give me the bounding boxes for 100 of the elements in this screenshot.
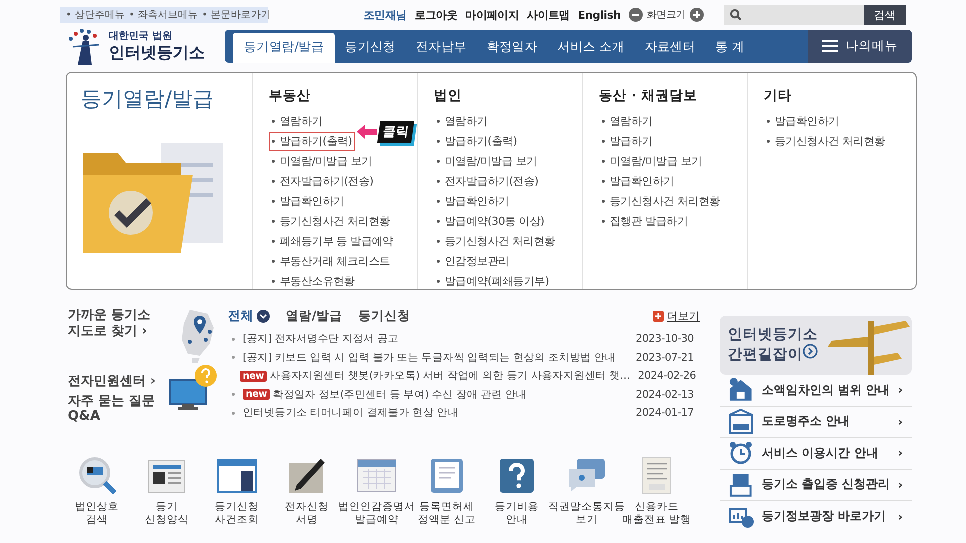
quick-link-label[interactable]: 전자신청 서명 xyxy=(285,501,329,526)
side-link[interactable]: 등기소 출입증 신청관리 xyxy=(762,476,890,494)
quick-link-label[interactable]: 등기 신청양식 xyxy=(145,501,189,526)
arrow-icon xyxy=(357,125,377,139)
menu-item[interactable]: 발급하기(출력) xyxy=(269,132,356,151)
help-monitor-icon xyxy=(168,364,218,412)
building-sign-icon[interactable] xyxy=(728,408,754,435)
utility-link[interactable]: 마이페이지 xyxy=(466,8,520,22)
quick-link-label[interactable]: 등록면허세 정액분 신고 xyxy=(418,501,476,526)
notice-title[interactable]: 사용자지원센터 챗봇(카카오톡) 서버 작업에 의한 등기 사용자지원센터 챗… xyxy=(270,369,630,384)
notice-title[interactable]: [공지] 키보드 입력 시 입력 불가 또는 두글자씩 입력되는 현상의 조치방법 안내 xyxy=(243,350,616,365)
new-badge: new xyxy=(243,389,270,400)
menu-item[interactable]: 부동산소유현황 xyxy=(269,272,358,291)
font-size-label: 화면크기 xyxy=(647,9,686,22)
menu-item[interactable]: 등기신청사건 처리현황 xyxy=(269,212,394,231)
map-link[interactable]: 가까운 등기소 지도로 찾기 › xyxy=(68,308,151,364)
guide-banner[interactable]: 인터넷등기소 간편길잡이 xyxy=(720,316,912,375)
menu-heading: 부동산 xyxy=(269,87,312,105)
faq-link[interactable]: 자주 묻는 질문 Q&A xyxy=(68,394,156,425)
menu-item[interactable]: 전자발급하기(전송) xyxy=(434,172,542,191)
notice-date: 2024-02-26 xyxy=(637,370,698,382)
menu-item[interactable]: 미열람/미발급 보기 xyxy=(269,152,376,171)
notice-tab[interactable]: 전체 xyxy=(228,308,270,325)
menu-heading: 동산 · 채권담보 xyxy=(599,87,699,105)
menu-item[interactable]: 등기신청사건 처리현황 xyxy=(764,132,888,151)
zoom-in-icon[interactable] xyxy=(690,8,704,22)
click-label: 클릭 xyxy=(377,121,415,143)
user-name[interactable]: 조민재님 xyxy=(364,8,407,22)
menu-item[interactable]: 발급확인하기 xyxy=(599,172,678,191)
menu-item[interactable]: 집행관 발급하기 xyxy=(599,212,692,231)
banner-title: 인터넷등기소 xyxy=(728,326,818,344)
side-link[interactable]: 서비스 이용시간 안내 xyxy=(762,444,890,462)
nav-tab[interactable]: 확정일자 xyxy=(476,32,548,62)
menu-item[interactable]: 전자발급하기(전송) xyxy=(269,172,377,191)
menu-item[interactable]: 폐쇄등기부 등 발급예약 xyxy=(269,232,396,251)
utility-link[interactable]: 로그아웃 xyxy=(414,8,458,22)
logo-title[interactable]: 인터넷등기소 xyxy=(109,42,205,64)
menu-item[interactable]: 발급확인하기 xyxy=(269,192,348,211)
search-button[interactable]: 검색 xyxy=(864,5,906,25)
house-icon[interactable] xyxy=(728,377,754,404)
menu-item[interactable]: 발급예약(30통 이상) xyxy=(434,212,548,231)
menu-title: 등기열람/발급 xyxy=(81,86,216,113)
menu-item[interactable]: 발급예약(폐쇄등기부) xyxy=(434,272,552,291)
logo-subtitle: 대한민국 법원 xyxy=(109,30,174,42)
search-field[interactable] xyxy=(724,5,864,25)
zoom-out-icon[interactable] xyxy=(629,8,643,22)
nav-tab[interactable]: 통 계 xyxy=(706,32,755,62)
quick-link-label[interactable]: 법인상호 검색 xyxy=(75,501,119,526)
menu-item[interactable]: 열람하기 xyxy=(434,112,491,131)
skip-link[interactable]: • 상단주메뉴 xyxy=(66,8,126,22)
notice-date: 2024-02-13 xyxy=(634,388,695,401)
menu-item[interactable]: 발급확인하기 xyxy=(434,192,512,211)
notice-title[interactable]: 인터넷등기소 티머니페이 결제불가 현상 안내 xyxy=(243,406,458,420)
utility-link[interactable]: 사이트맵 xyxy=(527,8,570,22)
search-icon xyxy=(730,9,742,21)
menu-item[interactable]: 미열람/미발급 보기 xyxy=(599,152,706,171)
notice-tab[interactable]: 등기신청 xyxy=(358,308,411,325)
chevron-down-icon xyxy=(257,310,270,323)
my-menu-button[interactable]: 나의메뉴 xyxy=(808,30,912,62)
side-link[interactable]: 등기정보광장 바로가기 xyxy=(762,508,890,526)
skip-link[interactable]: • 좌측서브메뉴 xyxy=(129,8,198,22)
menu-item[interactable]: 열람하기 xyxy=(269,112,326,131)
nav-tab[interactable]: 등기신청 xyxy=(335,32,406,62)
alarm-clock-icon[interactable] xyxy=(728,440,754,466)
menu-item[interactable]: 등기신청사건 처리현황 xyxy=(599,192,724,211)
menu-item[interactable]: 등기신청사건 처리현황 xyxy=(434,232,558,251)
notice-date: 2024-01-17 xyxy=(634,407,695,420)
menu-item[interactable]: 발급확인하기 xyxy=(764,112,842,131)
quick-link-label[interactable]: 등기비용 안내 xyxy=(495,501,539,526)
notice-date: 2023-07-21 xyxy=(634,352,695,364)
notice-tab[interactable]: 열람/발급 xyxy=(286,308,343,325)
notice-title[interactable]: 확정일자 정보(주민센터 등 부여) 수신 장애 관련 안내 xyxy=(273,388,527,402)
nav-tab[interactable]: 전자납부 xyxy=(406,32,477,62)
menu-heading: 기타 xyxy=(764,87,793,105)
skip-link[interactable]: • 본문바로가기 xyxy=(202,8,272,22)
menu-item[interactable]: 열람하기 xyxy=(599,112,656,131)
plus-icon xyxy=(653,311,664,322)
menu-item[interactable]: 인감정보관리 xyxy=(434,252,512,271)
quick-link-label[interactable]: 법인인감증명서 발급예약 xyxy=(338,501,416,526)
side-link[interactable]: 도로명주소 안내 xyxy=(762,413,890,430)
e-civil-center-link[interactable]: 전자민원센터 › xyxy=(68,374,156,390)
nav-tab[interactable]: 자료센터 xyxy=(634,32,706,62)
notice-date: 2023-10-30 xyxy=(634,333,695,346)
chevron-text: › xyxy=(898,414,904,429)
menu-item[interactable]: 발급하기 xyxy=(599,132,656,151)
menu-item[interactable]: 미열람/미발급 보기 xyxy=(434,152,540,171)
menu-item[interactable]: 부동산거래 체크리스트 xyxy=(269,252,394,271)
side-link[interactable]: 소액임차인의 범위 안내 xyxy=(762,382,890,399)
more-link[interactable]: 더보기 xyxy=(653,309,700,324)
chevron-text: › xyxy=(898,478,904,492)
quick-link-label[interactable]: 등기신청 사건조회 xyxy=(215,501,259,526)
chevron-text: › xyxy=(898,446,904,460)
menu-heading: 법인 xyxy=(434,87,463,105)
banner-subtitle: 간편길잡이 xyxy=(728,344,818,364)
notice-title[interactable]: [공지] 전자서명수단 지정서 공고 xyxy=(243,332,399,346)
menu-icon xyxy=(822,40,838,52)
menu-item[interactable]: 발급하기(출력) xyxy=(434,132,520,151)
nav-tab[interactable]: 등기열람/발급 xyxy=(233,32,336,62)
utility-link[interactable]: English xyxy=(578,8,621,22)
nav-tab[interactable]: 서비스 소개 xyxy=(548,32,635,62)
